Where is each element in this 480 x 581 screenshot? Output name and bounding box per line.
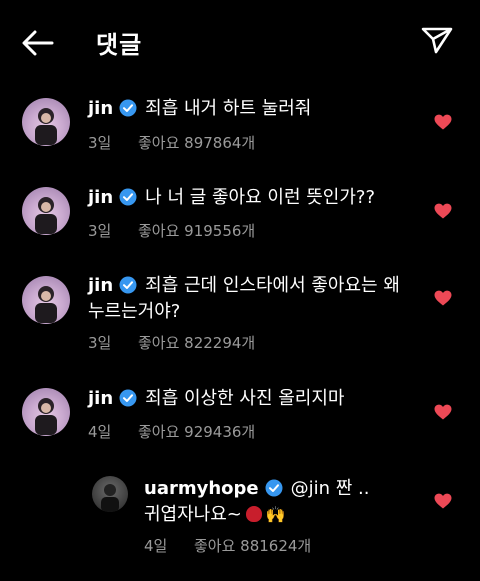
avatar[interactable] <box>22 276 70 324</box>
raised-hands-emoji-icon: 🙌 <box>265 505 286 524</box>
comment-text: 죄흡 이상한 사진 올리지마 <box>145 388 345 409</box>
heart-icon[interactable] <box>434 404 452 420</box>
verified-badge-icon <box>119 99 137 117</box>
reply-age: 4일 <box>144 537 168 555</box>
heart-icon[interactable] <box>434 493 452 509</box>
comment-age: 3일 <box>88 222 112 240</box>
heart-icon[interactable] <box>434 203 452 219</box>
like-count[interactable]: 좋아요 881624개 <box>194 537 311 555</box>
reply-text-continued: 귀엽자나요~ <box>144 504 242 525</box>
comment-age: 3일 <box>88 134 112 152</box>
reply-username[interactable]: uarmyhope <box>144 478 259 499</box>
red-bag-emoji-icon <box>245 506 262 522</box>
verified-badge-icon <box>265 479 283 497</box>
verified-badge-icon <box>119 389 137 407</box>
like-count[interactable]: 좋아요 822294개 <box>138 334 255 352</box>
avatar[interactable] <box>92 476 128 512</box>
avatar[interactable] <box>22 388 70 436</box>
like-count[interactable]: 좋아요 929436개 <box>138 423 255 441</box>
comment-text: 죄흡 근데 인스타에서 좋아요는 왜 <box>145 275 400 296</box>
verified-badge-icon <box>119 188 137 206</box>
like-count[interactable]: 좋아요 897864개 <box>138 134 255 152</box>
comment-username[interactable]: jin <box>88 275 113 296</box>
avatar[interactable] <box>22 187 70 235</box>
page-title: 댓글 <box>96 31 143 59</box>
comment-username[interactable]: jin <box>88 187 113 208</box>
verified-badge-icon <box>119 276 137 294</box>
comment-username[interactable]: jin <box>88 98 113 119</box>
paper-plane-icon[interactable] <box>421 26 453 54</box>
header: 댓글 <box>0 0 480 84</box>
avatar[interactable] <box>22 98 70 146</box>
heart-icon[interactable] <box>434 290 452 306</box>
arrow-left-icon[interactable] <box>22 30 54 56</box>
like-count[interactable]: 좋아요 919556개 <box>138 222 255 240</box>
comment-username[interactable]: jin <box>88 388 113 409</box>
reply-text: @jin 짠 .. <box>290 478 370 499</box>
comment-text-continued: 누르는거야? <box>88 301 181 322</box>
comment-text: 나 너 글 좋아요 이런 뜻인가?? <box>145 187 376 208</box>
heart-icon[interactable] <box>434 114 452 130</box>
comment-age: 4일 <box>88 423 112 441</box>
comment-text: 죄흡 내거 하트 눌러줘 <box>145 98 312 119</box>
comment-age: 3일 <box>88 334 112 352</box>
